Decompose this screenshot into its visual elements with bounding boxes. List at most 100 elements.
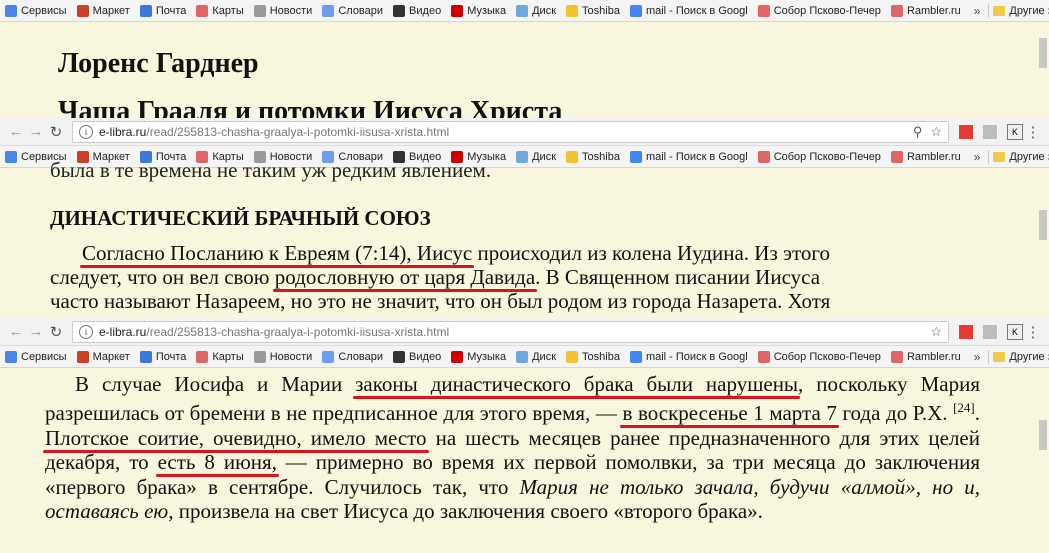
extension-k-icon[interactable]: K — [1007, 323, 1023, 340]
extension-k-icon[interactable]: K — [1007, 123, 1023, 140]
paragraph-line: следует, что он вел свою родословную от … — [50, 265, 820, 289]
url-path: /read/255813-chasha-graalya-i-potomki-ii… — [146, 124, 450, 139]
bookmark-label: Маркет — [92, 4, 130, 17]
bookmarks-more-button[interactable]: » — [966, 350, 989, 364]
other-bookmarks-button[interactable]: Другие закладки — [988, 3, 1049, 18]
menu-dots-icon[interactable]: ⋮ — [1023, 323, 1043, 341]
screenshot-panel-1: Сервисы Маркет Почта Карты Новости Словари Вид… — [0, 0, 1049, 118]
other-bookmarks-label: Другие закладки — [1009, 150, 1049, 163]
bookmark-item[interactable]: Карты — [191, 0, 248, 22]
bookmark-item[interactable]: Карты — [191, 346, 248, 368]
extension-icon[interactable] — [983, 124, 997, 139]
star-icon[interactable]: ☆ — [930, 124, 942, 140]
bookmarks-more-button[interactable]: » — [966, 4, 989, 18]
disk-icon — [516, 350, 529, 363]
folder-icon — [993, 351, 1006, 362]
bookmark-label: Почта — [155, 350, 187, 363]
bookmark-label: mail - Поиск в Googl — [645, 150, 748, 163]
footnote-link[interactable]: [24] — [953, 400, 975, 415]
bookmark-item[interactable]: Почта — [135, 346, 192, 368]
bookmark-item[interactable]: Диск — [511, 346, 561, 368]
video-play-icon — [393, 4, 406, 17]
scrollbar-thumb[interactable] — [1039, 38, 1047, 68]
reload-icon[interactable]: ↻ — [46, 323, 66, 341]
bookmark-flag-icon[interactable] — [959, 324, 973, 339]
music-note-icon — [451, 4, 464, 17]
bookmark-item[interactable]: Маркет — [72, 0, 135, 22]
zoom-icon[interactable]: ⚲ — [913, 124, 923, 140]
bookmark-item[interactable]: Собор Псково-Печер — [753, 146, 886, 168]
screenshot-panel-3: ← → ↻ i e-libra.ru/read/255813-chasha-gr… — [0, 318, 1049, 553]
mail-icon — [139, 350, 152, 363]
disk-icon — [516, 150, 529, 163]
info-icon[interactable]: i — [79, 124, 93, 139]
bookmark-item[interactable]: Музыка — [446, 0, 511, 22]
text-span: следует, что он вел свою — [50, 265, 275, 289]
bookmark-item[interactable]: Диск — [511, 146, 561, 168]
bookmark-item[interactable]: mail - Поиск в Googl — [625, 0, 753, 22]
bookmark-label: Собор Псково-Печер — [773, 350, 881, 363]
bookmark-label: mail - Поиск в Googl — [645, 4, 748, 17]
bookmark-item[interactable]: Toshiba — [561, 0, 625, 22]
bookmark-label: Rambler.ru — [906, 350, 961, 363]
forward-arrow-icon[interactable]: → — [26, 123, 46, 140]
yandex-icon — [890, 350, 903, 363]
apps-grid-icon — [5, 150, 17, 163]
underlined-phrase: есть 8 июня, — [157, 450, 277, 475]
bookmark-item[interactable]: Словари — [317, 0, 388, 22]
news-icon — [253, 4, 266, 17]
menu-dots-icon[interactable]: ⋮ — [1023, 123, 1043, 141]
forward-arrow-icon[interactable]: → — [26, 323, 46, 340]
reload-icon[interactable]: ↻ — [46, 123, 66, 141]
bookmark-item[interactable]: Почта — [135, 0, 192, 22]
bookmarks-bar: Сервисы Маркет Почта Карты Новости Словари Вид… — [0, 346, 1049, 368]
address-toolbar: ← → ↻ i e-libra.ru/read/255813-chasha-gr… — [0, 318, 1049, 346]
bookmark-item[interactable]: Собор Псково-Печер — [753, 346, 886, 368]
bookmark-flag-icon[interactable] — [959, 124, 973, 139]
bookmark-item[interactable]: Rambler.ru — [886, 0, 966, 22]
yandex-icon — [757, 4, 770, 17]
bookmark-item[interactable]: Rambler.ru — [886, 346, 966, 368]
bookmark-label: Видео — [409, 350, 442, 363]
back-arrow-icon[interactable]: ← — [6, 123, 26, 140]
back-arrow-icon[interactable]: ← — [6, 323, 26, 340]
address-toolbar: ← → ↻ i e-libra.ru/read/255813-chasha-gr… — [0, 118, 1049, 146]
bookmark-item[interactable]: Rambler.ru — [886, 146, 966, 168]
bookmark-item[interactable]: Сервисы — [0, 0, 72, 22]
book-author: Лоренс Гарднер — [58, 48, 259, 79]
bookmark-item[interactable]: Новости — [249, 0, 318, 22]
bookmark-item[interactable]: mail - Поиск в Googl — [625, 346, 753, 368]
star-icon[interactable]: ☆ — [930, 324, 942, 340]
bookmark-item[interactable]: Видео — [388, 0, 446, 22]
bookmark-item[interactable]: Музыка — [446, 346, 511, 368]
text-span: произвела на свет Иисуса до заключения с… — [173, 499, 763, 524]
extension-icon[interactable] — [983, 324, 997, 339]
bookmark-item[interactable]: Маркет — [72, 346, 135, 368]
other-bookmarks-button[interactable]: Другие закладки — [988, 149, 1049, 164]
url-domain: e-libra.ru — [99, 124, 147, 139]
dictionary-icon — [322, 4, 335, 17]
bookmark-item[interactable]: Видео — [388, 346, 446, 368]
bookmark-item[interactable]: Toshiba — [561, 346, 625, 368]
mail-icon — [139, 4, 152, 17]
bookmark-item[interactable]: Toshiba — [561, 146, 625, 168]
address-bar[interactable]: i e-libra.ru/read/255813-chasha-graalya-… — [72, 320, 949, 343]
scrollbar-thumb[interactable] — [1039, 210, 1047, 240]
other-bookmarks-button[interactable]: Другие закладки — [988, 349, 1049, 364]
bookmark-label: mail - Поиск в Googl — [645, 350, 748, 363]
bookmark-item[interactable]: Собор Псково-Печер — [753, 0, 886, 22]
yandex-icon — [757, 350, 770, 363]
bookmark-label: Сервисы — [21, 350, 67, 363]
bookmark-item[interactable]: Новости — [249, 346, 318, 368]
bookmark-item[interactable]: Словари — [317, 346, 388, 368]
bookmarks-more-button[interactable]: » — [966, 150, 989, 164]
page-content: В случае Иосифа и Марии законы династиче… — [0, 368, 1049, 553]
bookmark-item[interactable]: Диск — [511, 0, 561, 22]
scrollbar-thumb[interactable] — [1039, 420, 1047, 450]
bookmark-item[interactable]: mail - Поиск в Googl — [625, 146, 753, 168]
info-icon[interactable]: i — [79, 324, 93, 339]
bookmark-item[interactable]: Сервисы — [0, 346, 72, 368]
address-bar[interactable]: i e-libra.ru/read/255813-chasha-graalya-… — [72, 120, 949, 143]
other-bookmarks-label: Другие закладки — [1009, 4, 1049, 17]
folder-icon — [993, 151, 1006, 162]
